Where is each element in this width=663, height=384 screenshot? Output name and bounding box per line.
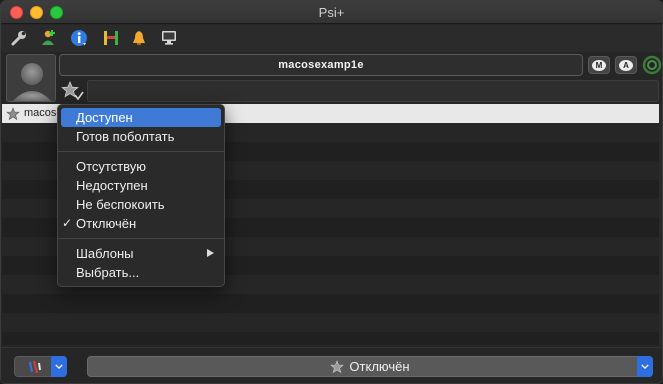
menu-item-online[interactable]: Доступен [61,108,221,127]
avatar[interactable] [6,54,56,102]
menu-separator [58,151,224,152]
status-combo-label: Отключён [349,359,410,374]
status-combo[interactable]: Отключён [87,356,653,377]
psi-logo-icon [28,360,41,374]
nickname-field[interactable]: macosexamp1e [59,54,583,76]
psi-main-window: Psi+ macosexamp1e M A Отключён Доступен … [0,0,663,384]
window-title: Psi+ [318,5,345,20]
activity-button[interactable]: A [615,56,637,74]
main-menu-combo[interactable] [14,356,67,377]
status-message-field[interactable] [87,80,659,102]
menu-item-label: Не беспокоить [76,197,165,212]
menu-item-label: Выбрать... [76,265,140,280]
menu-item-label: Отключён [76,216,137,231]
status-dropdown-menu: Доступен Готов поболтать Отсутствую Недо… [57,104,225,287]
main-toolbar [1,25,662,52]
wrench-icon[interactable] [9,28,29,48]
menu-item-choose[interactable]: Выбрать... [58,263,224,282]
submenu-arrow-icon [207,249,214,257]
chevron-down-icon [637,356,653,377]
menu-item-label: Отсутствую [76,159,147,174]
menu-item-label: Шаблоны [76,246,134,261]
menu-item-do-not-disturb[interactable]: Не беспокоить [58,195,224,214]
roster-scrollbar[interactable] [659,104,662,345]
chevron-down-icon [51,356,67,377]
menu-item-away[interactable]: Отсутствую [58,157,224,176]
server-icon[interactable] [101,28,121,48]
menu-item-templates[interactable]: Шаблоны [58,244,224,263]
status-picker-button[interactable] [59,80,85,102]
connection-swirl-icon [642,55,662,75]
roster-empty-row [2,332,661,345]
menu-item-label: Доступен [76,110,133,125]
star-status-icon [61,80,84,101]
roster-empty-row [2,313,661,332]
activity-badge: A [619,59,633,71]
menu-item-label: Готов поболтать [76,129,175,144]
title-bar[interactable]: Psi+ [1,1,662,24]
info-icon[interactable] [69,28,89,48]
mood-button[interactable]: M [588,56,610,74]
menu-item-offline[interactable]: ✓ Отключён [58,214,224,233]
bell-icon[interactable] [129,28,149,48]
monitor-icon[interactable] [159,28,179,48]
add-contact-icon[interactable] [38,28,58,48]
offline-star-icon [6,107,20,121]
mood-badge: M [592,59,606,71]
menu-separator [58,238,224,239]
menu-item-not-available[interactable]: Недоступен [58,176,224,195]
menu-item-free-for-chat[interactable]: Готов поболтать [58,127,224,146]
bottom-bar: Отключён [1,347,662,383]
star-status-icon [330,359,345,373]
roster-empty-row [2,294,661,313]
menu-item-label: Недоступен [76,178,148,193]
checkmark-icon: ✓ [62,216,73,230]
